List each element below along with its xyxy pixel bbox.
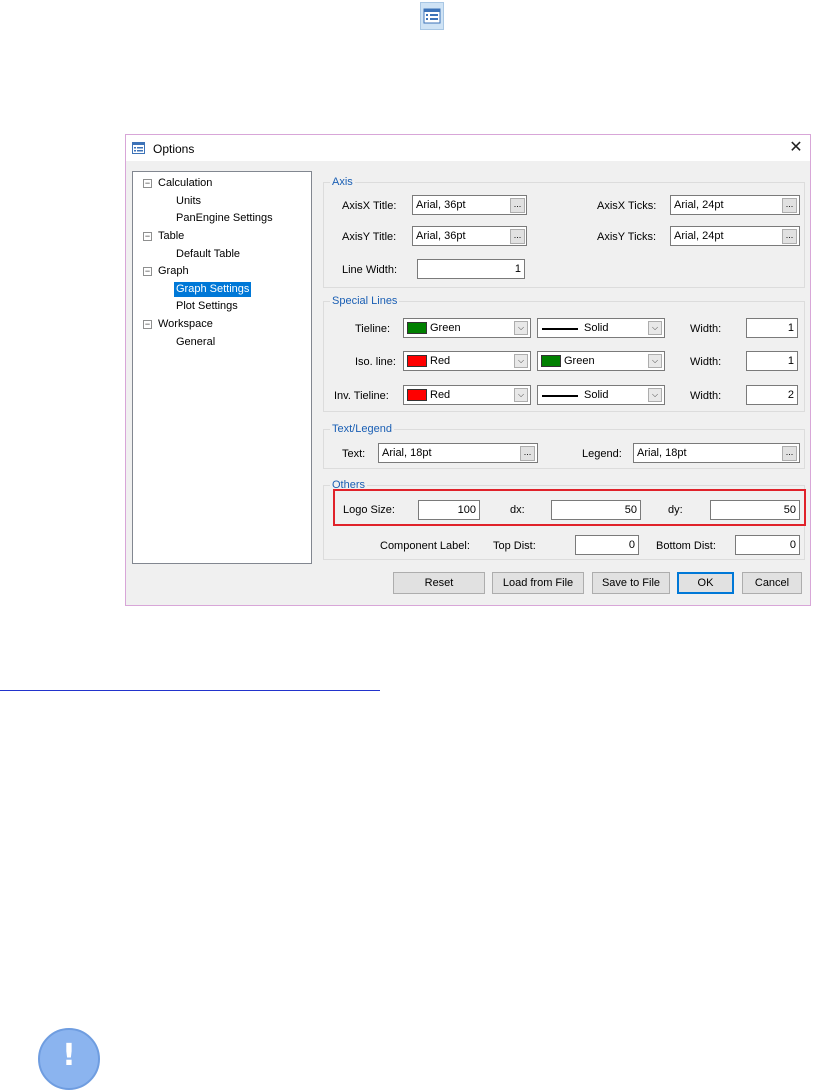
exclamation-icon: ! xyxy=(38,1028,100,1090)
axis-group-title: Axis xyxy=(330,175,355,189)
legend-font-browse-button[interactable]: ... xyxy=(782,446,797,461)
window-title: Options xyxy=(153,142,195,156)
tieline-width-field[interactable]: 1 xyxy=(746,318,798,338)
logo-size-label: Logo Size: xyxy=(343,504,395,516)
inv-tieline-style-select[interactable]: Solid ⌵ xyxy=(537,385,665,405)
options-list-icon xyxy=(132,142,145,154)
axis-group: Axis AxisX Title: Arial, 36pt ... AxisX … xyxy=(323,175,805,288)
axisx-title-browse-button[interactable]: ... xyxy=(510,198,525,213)
collapse-icon[interactable]: − xyxy=(143,232,152,241)
tieline-color-swatch xyxy=(407,322,427,334)
iso-line-width-field[interactable]: 1 xyxy=(746,351,798,371)
dialog-body: − Calculation Units PanEngine Settings −… xyxy=(126,161,810,605)
inv-tieline-style-value: Solid xyxy=(584,389,609,401)
inv-tieline-color-value: Red xyxy=(430,389,451,401)
chevron-down-icon: ⌵ xyxy=(514,388,528,402)
line-width-field[interactable]: 1 xyxy=(417,259,525,279)
legend-font-field[interactable]: Arial, 18pt xyxy=(633,443,800,463)
iso-line-color-swatch xyxy=(407,355,427,367)
text-legend-group-title: Text/Legend xyxy=(330,422,394,436)
dy-field[interactable]: 50 xyxy=(710,500,800,520)
save-to-file-button[interactable]: Save to File xyxy=(592,572,670,594)
text-font-browse-button[interactable]: ... xyxy=(520,446,535,461)
top-dist-field[interactable]: 0 xyxy=(575,535,639,555)
tree-item-workspace[interactable]: Workspace xyxy=(158,317,213,332)
title-bar: Options ✕ xyxy=(126,135,810,161)
line-width-label: Line Width: xyxy=(342,264,398,276)
tree-item-calculation[interactable]: Calculation xyxy=(158,176,212,191)
inv-tieline-label: Inv. Tieline: xyxy=(334,390,389,402)
chevron-down-icon: ⌵ xyxy=(648,388,662,402)
tree-item-general[interactable]: General xyxy=(176,335,215,350)
text-font-label: Text: xyxy=(342,448,366,460)
others-group: Others Logo Size: 100 dx: 50 dy: 50 Comp… xyxy=(323,478,806,560)
tree-item-default-table[interactable]: Default Table xyxy=(176,247,240,262)
text-legend-group: Text/Legend Text: Arial, 18pt ... Legend… xyxy=(323,422,805,469)
collapse-icon[interactable]: − xyxy=(143,179,152,188)
special-lines-group: Special Lines Tieline: Green ⌵ Solid ⌵ W… xyxy=(323,294,805,412)
tree-item-graph-settings[interactable]: Graph Settings xyxy=(174,282,252,297)
tree-item-plot-settings[interactable]: Plot Settings xyxy=(176,299,238,314)
ok-button[interactable]: OK xyxy=(677,572,734,594)
collapse-icon[interactable]: − xyxy=(143,267,152,276)
iso-line-style-value: Green xyxy=(564,355,595,367)
top-dist-label: Top Dist: xyxy=(493,540,536,552)
chevron-down-icon: ⌵ xyxy=(648,321,662,335)
iso-line-color-select[interactable]: Red ⌵ xyxy=(403,351,531,371)
axisy-ticks-field[interactable]: Arial, 24pt xyxy=(670,226,800,246)
inv-tieline-color-swatch xyxy=(407,389,427,401)
iso-line-label: Iso. line: xyxy=(355,356,396,368)
inv-tieline-color-select[interactable]: Red ⌵ xyxy=(403,385,531,405)
tieline-color-value: Green xyxy=(430,322,461,334)
text-font-field[interactable]: Arial, 18pt xyxy=(378,443,538,463)
tree-item-units[interactable]: Units xyxy=(176,194,201,209)
axisx-ticks-browse-button[interactable]: ... xyxy=(782,198,797,213)
axisx-ticks-label: AxisX Ticks: xyxy=(597,200,657,212)
cancel-button[interactable]: Cancel xyxy=(742,572,802,594)
bottom-dist-field[interactable]: 0 xyxy=(735,535,800,555)
inv-tieline-width-field[interactable]: 2 xyxy=(746,385,798,405)
collapse-icon[interactable]: − xyxy=(143,320,152,329)
tree-item-graph[interactable]: Graph xyxy=(158,264,189,279)
bottom-dist-label: Bottom Dist: xyxy=(656,540,716,552)
options-list-icon xyxy=(420,2,444,30)
reset-button[interactable]: Reset xyxy=(393,572,485,594)
special-lines-group-title: Special Lines xyxy=(330,294,400,308)
options-tree[interactable]: − Calculation Units PanEngine Settings −… xyxy=(132,171,312,564)
axisx-ticks-field[interactable]: Arial, 24pt xyxy=(670,195,800,215)
dy-label: dy: xyxy=(668,504,683,516)
axisy-ticks-browse-button[interactable]: ... xyxy=(782,229,797,244)
axisy-title-browse-button[interactable]: ... xyxy=(510,229,525,244)
component-label-label: Component Label: xyxy=(380,540,470,552)
axisx-title-label: AxisX Title: xyxy=(342,200,397,212)
iso-line-style-swatch xyxy=(541,355,561,367)
tieline-style-select[interactable]: Solid ⌵ xyxy=(537,318,665,338)
chevron-down-icon: ⌵ xyxy=(514,321,528,335)
iso-line-width-label: Width: xyxy=(690,356,722,368)
tieline-label: Tieline: xyxy=(355,323,391,335)
close-icon[interactable]: ✕ xyxy=(786,139,806,157)
chevron-down-icon: ⌵ xyxy=(648,354,662,368)
inv-tieline-width-label: Width: xyxy=(690,390,722,402)
tieline-style-value: Solid xyxy=(584,322,609,334)
link-underline[interactable] xyxy=(0,690,380,691)
solid-line-sample xyxy=(542,328,578,330)
iso-line-style-select[interactable]: Green ⌵ xyxy=(537,351,665,371)
tieline-color-select[interactable]: Green ⌵ xyxy=(403,318,531,338)
solid-line-sample xyxy=(542,395,578,397)
dx-label: dx: xyxy=(510,504,525,516)
tieline-width-label: Width: xyxy=(690,323,722,335)
logo-size-field[interactable]: 100 xyxy=(418,500,480,520)
load-from-file-button[interactable]: Load from File xyxy=(492,572,584,594)
options-dialog: Options ✕ − Calculation Units PanEngine … xyxy=(125,134,811,606)
tree-item-table[interactable]: Table xyxy=(158,229,184,244)
tree-item-panengine-settings[interactable]: PanEngine Settings xyxy=(176,211,273,226)
chevron-down-icon: ⌵ xyxy=(514,354,528,368)
axisy-ticks-label: AxisY Ticks: xyxy=(597,231,657,243)
axisy-title-label: AxisY Title: xyxy=(342,231,397,243)
iso-line-color-value: Red xyxy=(430,355,451,367)
legend-font-label: Legend: xyxy=(582,448,622,460)
dx-field[interactable]: 50 xyxy=(551,500,641,520)
